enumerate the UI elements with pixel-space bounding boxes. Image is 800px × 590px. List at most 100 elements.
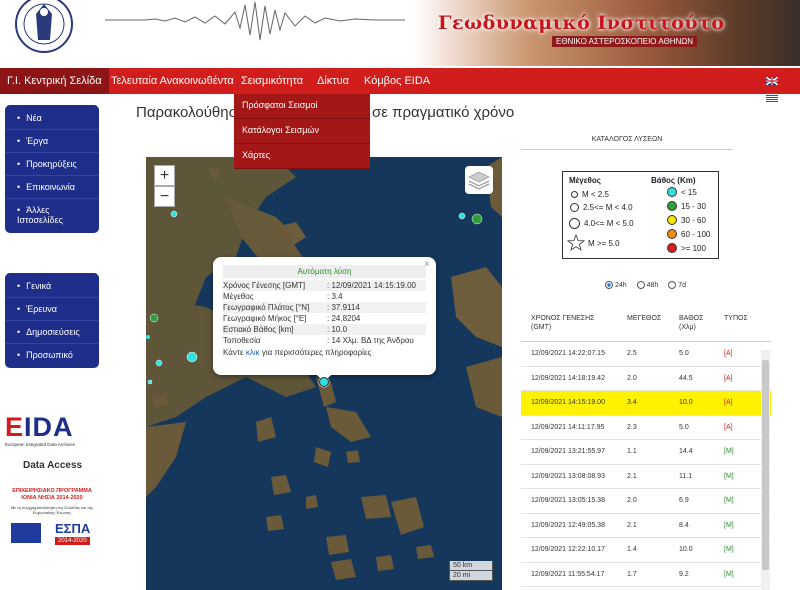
cell-depth: 8.4 xyxy=(679,521,689,529)
table-row[interactable]: 12/09/2021 14:11:17.95 2.3 5.0 [A] xyxy=(521,416,771,440)
data-access-label[interactable]: Data Access xyxy=(23,460,82,471)
legend-depth-head: Βάθος (Km) xyxy=(651,176,696,185)
sidebar-item-research[interactable]: • Έρευνα xyxy=(5,298,99,321)
program-subtitle: Με τη συγχρηματοδότηση της Ελλάδας και τ… xyxy=(10,505,94,515)
period-48h-radio[interactable]: 48h xyxy=(636,281,663,289)
sidebar-item-projects[interactable]: • Έργα xyxy=(5,130,99,153)
popup-row: Γεωγραφικό Πλάτος [°N]: 37.9114 xyxy=(223,302,426,313)
eida-logo[interactable]: EIDA xyxy=(5,412,74,443)
table-row[interactable]: 12/09/2021 13:21:55.97 1.1 14.4 [M] xyxy=(521,440,771,465)
legend-magnitude-head: Μέγεθος xyxy=(569,176,601,185)
sidebar-item-announcements[interactable]: • Προκηρύξεις xyxy=(5,153,99,176)
table-row[interactable]: 12/09/2021 14:22:07.15 2.5 5.0 [A] xyxy=(521,342,771,367)
program-title: ΕΠΙΧΕΙΡΗΣΙΑΚΟ ΠΡΟΓΡΑΜΜΑ ΙΟΝΙΑ ΝΗΣΙΑ 2014… xyxy=(12,488,92,501)
nav-announcements[interactable]: Τελευταία Ανακοινωθέντα xyxy=(104,68,241,94)
cell-magnitude: 2.0 xyxy=(627,497,637,504)
cell-depth: 10.0 xyxy=(679,546,693,553)
nav-eida-node[interactable]: Κόμβος EIDA xyxy=(357,68,437,94)
sidebar-item-staff[interactable]: • Προσωπικό xyxy=(5,344,99,366)
nav-home[interactable]: Γ.Ι. Κεντρική Σελίδα xyxy=(0,68,109,94)
espa-label: ΕΣΠΑ xyxy=(55,521,91,536)
cell-type: [A] xyxy=(724,350,733,357)
eu-flag-icon xyxy=(11,523,41,543)
popup-details: Χρόνος Γένεσης [GMT]: 12/09/2021 14:15:1… xyxy=(223,280,426,346)
cell-type: [M] xyxy=(724,521,734,529)
popup-row: Χρόνος Γένεσης [GMT]: 12/09/2021 14:15:1… xyxy=(223,280,426,291)
event-popup: × Αυτόματη λύση Χρόνος Γένεσης [GMT]: 12… xyxy=(213,257,436,375)
col-magnitude: ΜΕΓΕΘΟΣ xyxy=(627,315,662,322)
table-row[interactable]: 12/09/2021 14:18:19.42 2.0 44.5 [A] xyxy=(521,367,771,391)
cell-time: 12/09/2021 14:18:19.42 xyxy=(531,374,605,382)
dropdown-catalogs[interactable]: Κατάλογοι Σεισμών xyxy=(234,119,370,144)
selected-event-marker[interactable] xyxy=(317,375,331,389)
period-selector: 24h 48h 7d xyxy=(605,281,694,289)
dropdown-maps[interactable]: Χάρτες xyxy=(234,144,370,169)
legend-mag-row: M >= 5.0 xyxy=(567,234,620,252)
eida-tagline: European Integrated Data Archives xyxy=(5,442,76,447)
sidebar-item-publications[interactable]: • Δημοσιεύσεις xyxy=(5,321,99,344)
cell-magnitude: 2.1 xyxy=(627,472,637,480)
catalog-title: ΚΑΤΑΛΟΓΟΣ ΛΥΣΕΩΝ xyxy=(521,136,733,150)
seismogram-graphic xyxy=(105,1,405,41)
cell-magnitude: 2.3 xyxy=(627,423,637,431)
table-scroll-thumb[interactable] xyxy=(762,360,769,570)
scale-mi: 20 mi xyxy=(449,571,493,581)
cell-time: 12/09/2021 11:55:54.17 xyxy=(531,570,605,578)
seismicity-dropdown: Πρόσφατοι Σεισμοί Κατάλογοι Σεισμών Χάρτ… xyxy=(234,94,370,169)
cell-type: [A] xyxy=(724,374,733,382)
period-24h-radio[interactable]: 24h xyxy=(605,281,631,289)
popup-close-button[interactable]: × xyxy=(424,259,430,270)
popup-more-link[interactable]: κλικ xyxy=(246,348,260,357)
sidebar-item-other-sites[interactable]: • Άλλες Ιστοσελίδες xyxy=(5,199,99,231)
cell-depth: 5.0 xyxy=(679,423,689,431)
star-icon xyxy=(567,234,585,251)
observatory-logo[interactable] xyxy=(0,0,88,66)
sidebar-group-about: • Γενικά • Έρευνα • Δημοσιεύσεις • Προσωπικό xyxy=(5,273,99,368)
sidebar-item-news[interactable]: • Νέα xyxy=(5,107,99,130)
col-depth: ΒΑΘΟΣ (Χλμ) xyxy=(679,315,704,331)
cell-magnitude: 1.4 xyxy=(627,546,637,553)
layers-icon xyxy=(468,171,490,190)
cell-depth: 14.4 xyxy=(679,448,693,455)
cell-magnitude: 1.1 xyxy=(627,448,637,455)
main-nav: Γ.Ι. Κεντρική Σελίδα Τελευταία Ανακοινωθ… xyxy=(0,68,800,94)
zoom-in-button[interactable]: + xyxy=(154,165,175,186)
espa-years: 2014-2020 xyxy=(55,537,90,545)
site-header: Γεωδυναμικό Ινστιτούτο ΕΘΝΙΚΟ ΑΣΤΕΡΟΣΚΟΠ… xyxy=(0,0,800,68)
table-row[interactable]: 12/09/2021 14:15:19.00 3.4 10.0 [A] xyxy=(521,391,771,416)
events-table: ΧΡΟΝΟΣ ΓΕΝΕΣΗΣ (GMT) ΜΕΓΕΘΟΣ ΒΑΘΟΣ (Χλμ)… xyxy=(521,306,771,587)
table-row[interactable]: 12/09/2021 12:22:10.17 1.4 10.0 [M] xyxy=(521,538,771,563)
map-legend: Μέγεθος Βάθος (Km) M < 2.5 2.5<= M < 4.0… xyxy=(562,171,719,259)
cell-time: 12/09/2021 13:08:08.93 xyxy=(531,472,605,480)
zoom-out-button[interactable]: − xyxy=(154,186,175,207)
nav-seismicity[interactable]: Σεισμικότητα xyxy=(234,68,310,94)
cell-type: [A] xyxy=(724,423,733,431)
table-row[interactable]: 12/09/2021 12:49:05.38 2.1 8.4 [M] xyxy=(521,514,771,538)
legend-depth-row: < 15 xyxy=(667,187,697,197)
cell-time: 12/09/2021 13:05:15.38 xyxy=(531,497,605,504)
table-row[interactable]: 12/09/2021 13:08:08.93 2.1 11.1 [M] xyxy=(521,465,771,489)
cell-magnitude: 3.4 xyxy=(627,399,637,406)
cell-magnitude: 2.0 xyxy=(627,374,637,382)
cell-type: [A] xyxy=(724,399,733,406)
sidebar-group-news: • Νέα • Έργα • Προκηρύξεις • Επικοινωνία • Άλ… xyxy=(5,105,99,233)
cell-depth: 6.9 xyxy=(679,497,689,504)
sidebar-item-general[interactable]: • Γενικά xyxy=(5,275,99,298)
table-row[interactable]: 12/09/2021 11:55:54.17 1.7 9.2 [M] xyxy=(521,563,771,587)
uk-flag-icon[interactable] xyxy=(766,77,778,85)
table-row[interactable]: 12/09/2021 13:05:15.38 2.0 6.9 [M] xyxy=(521,489,771,514)
cell-depth: 44.5 xyxy=(679,374,693,382)
map-scale: 50 km 20 mi xyxy=(449,561,493,581)
nav-networks[interactable]: Δίκτυα xyxy=(310,68,356,94)
greek-flag-icon[interactable] xyxy=(766,95,778,103)
cell-depth: 5.0 xyxy=(679,350,689,357)
dropdown-recent-quakes[interactable]: Πρόσφατοι Σεισμοί xyxy=(234,94,370,119)
espa-banner[interactable]: ΕΠΙΧΕΙΡΗΣΙΑΚΟ ΠΡΟΓΡΑΜΜΑ ΙΟΝΙΑ ΝΗΣΙΑ 2014… xyxy=(5,488,99,570)
period-7d-radio[interactable]: 7d xyxy=(668,281,690,289)
cell-time: 12/09/2021 14:15:19.00 xyxy=(531,399,605,406)
cell-magnitude: 2.5 xyxy=(627,350,637,357)
popup-row: Εστιακό Βάθος [km]: 10.0 xyxy=(223,324,426,335)
sidebar-item-contact[interactable]: • Επικοινωνία xyxy=(5,176,99,199)
institute-name: Γεωδυναμικό Ινστιτούτο xyxy=(438,12,725,34)
layers-control-button[interactable] xyxy=(465,166,493,194)
